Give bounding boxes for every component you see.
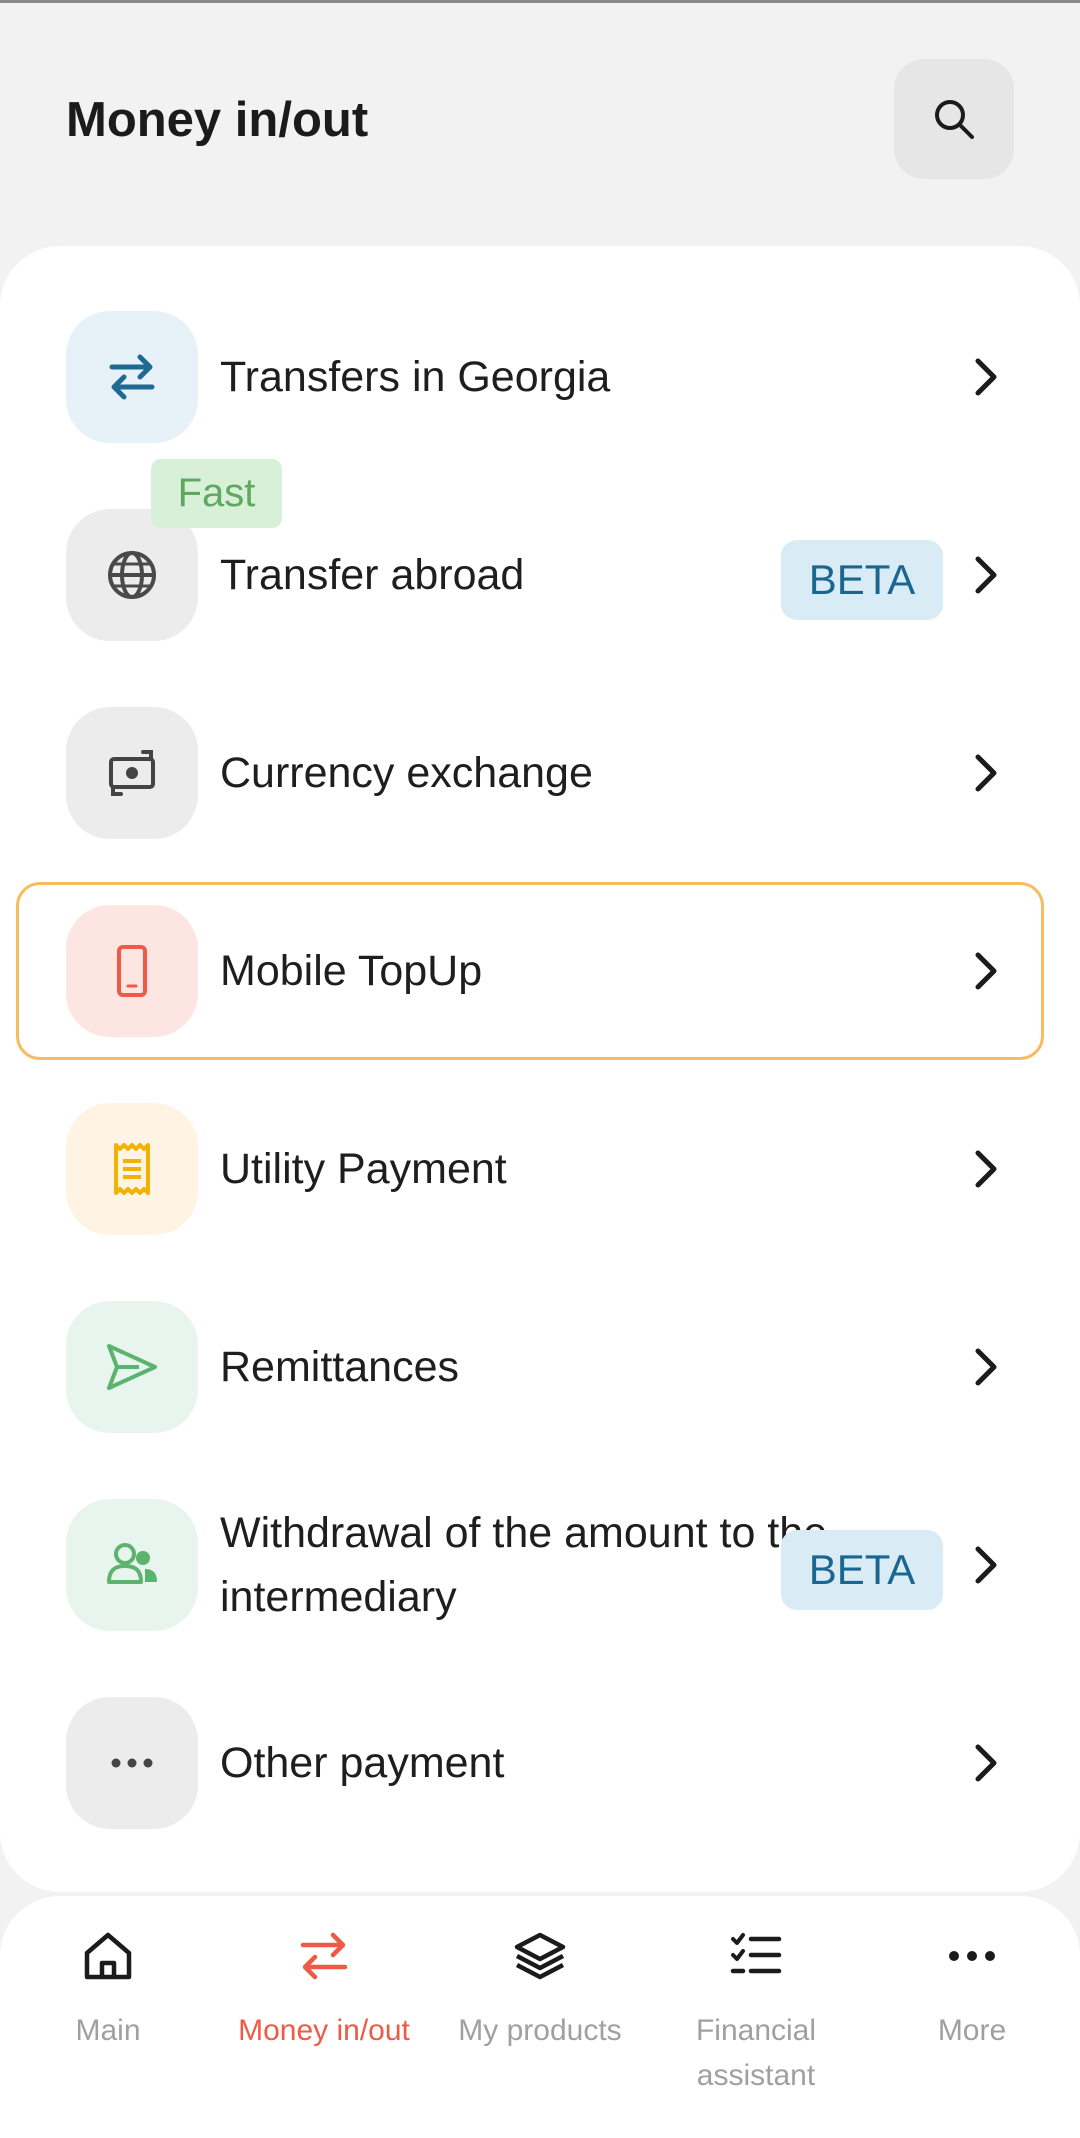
chevron-right-icon xyxy=(975,952,997,990)
arrows-transfer-icon xyxy=(66,311,198,443)
list-item-remittances[interactable]: Remittances xyxy=(0,1268,1080,1466)
currency-exchange-icon xyxy=(66,707,198,839)
chevron-right-icon xyxy=(975,358,997,396)
nav-label: Financial assistant xyxy=(695,2014,817,2092)
chevron-right-icon xyxy=(975,1348,997,1386)
chevron-right-icon xyxy=(975,754,997,792)
nav-label: Money in/out xyxy=(238,2014,410,2047)
header: Money in/out xyxy=(0,0,1080,245)
list-item-label: Transfers in Georgia xyxy=(220,353,611,401)
nav-item-main[interactable]: Main xyxy=(8,1926,208,2126)
list-item-utility-payment[interactable]: Utility Payment xyxy=(0,1070,1080,1268)
list-item-currency-exchange[interactable]: Currency exchange xyxy=(0,674,1080,872)
home-icon xyxy=(78,1926,138,1986)
payment-options-card: Transfers in Georgia Fast Transfer abroa… xyxy=(0,246,1080,1892)
mobile-phone-icon xyxy=(66,905,198,1037)
layers-icon xyxy=(510,1926,570,1986)
list-item-other-payment[interactable]: Other payment xyxy=(0,1664,1080,1862)
checklist-icon xyxy=(726,1926,786,1986)
chevron-right-icon xyxy=(975,1744,997,1782)
list-item-label: Mobile TopUp xyxy=(220,947,483,995)
list-item-withdrawal-to-intermediary[interactable]: Withdrawal of the amount to the intermed… xyxy=(0,1466,1080,1664)
list-item-label: Utility Payment xyxy=(220,1145,507,1193)
nav-item-more[interactable]: More xyxy=(872,1926,1072,2126)
list-item-label: Currency exchange xyxy=(220,749,593,797)
nav-label: My products xyxy=(458,2014,622,2047)
users-icon xyxy=(66,1499,198,1631)
list-item-label: Withdrawal of the amount to the intermed… xyxy=(220,1509,828,1621)
page-title: Money in/out xyxy=(66,93,369,147)
more-dots-icon xyxy=(66,1697,198,1829)
nav-label: More xyxy=(937,2014,1007,2047)
more-icon xyxy=(942,1926,1002,1986)
list-item-label: Other payment xyxy=(220,1739,505,1787)
list-item-label: Transfer abroad xyxy=(220,551,525,599)
list-item-transfer-abroad[interactable]: Fast Transfer abroad BETA xyxy=(0,459,1080,674)
globe-icon xyxy=(66,509,198,641)
nav-item-money-in-out[interactable]: Money in/out xyxy=(224,1926,424,2126)
nav-label: Main xyxy=(75,2014,141,2047)
list-item-mobile-topup[interactable]: Mobile TopUp xyxy=(16,882,1044,1060)
chevron-right-icon xyxy=(975,556,997,594)
receipt-icon xyxy=(66,1103,198,1235)
list-item-transfers-in-georgia[interactable]: Transfers in Georgia xyxy=(0,278,1080,476)
search-icon xyxy=(935,100,974,139)
bottom-navigation: Main Money in/out My products Financial … xyxy=(0,1896,1080,2138)
transfer-icon xyxy=(294,1926,354,1986)
nav-item-financial-assistant[interactable]: Financial assistant xyxy=(656,1926,856,2126)
chevron-right-icon xyxy=(975,1546,997,1584)
chevron-right-icon xyxy=(975,1150,997,1188)
list-item-label: Remittances xyxy=(220,1343,459,1391)
beta-badge: BETA xyxy=(781,540,943,620)
search-button[interactable] xyxy=(894,59,1014,179)
send-plane-icon xyxy=(66,1301,198,1433)
beta-badge: BETA xyxy=(781,1530,943,1610)
nav-item-my-products[interactable]: My products xyxy=(440,1926,640,2126)
